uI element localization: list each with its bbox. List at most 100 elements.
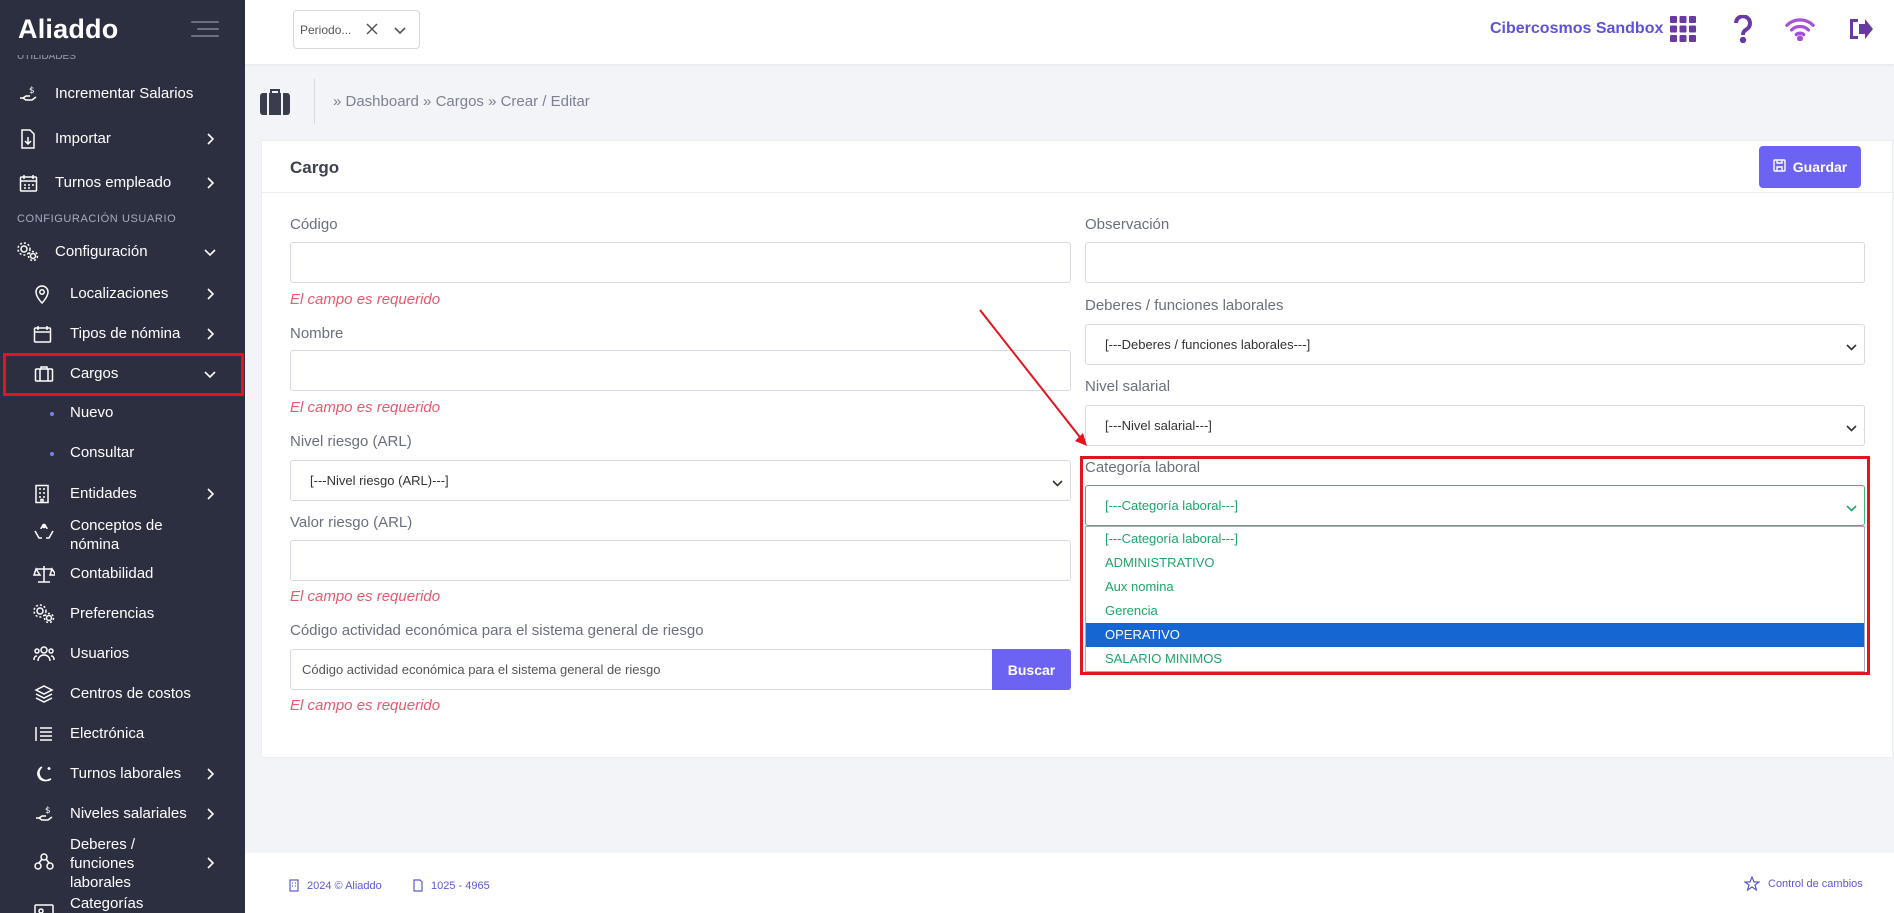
- chevron-right-icon: [203, 287, 217, 301]
- nivel-riesgo-label: Nivel riesgo (ARL): [290, 433, 412, 450]
- sidebar-item-label: Importar: [55, 130, 111, 147]
- chevron-right-icon: [203, 856, 217, 870]
- period-select[interactable]: Periodo...: [293, 10, 420, 49]
- sidebar-item-niveles-salariales[interactable]: $ Niveles salariales: [0, 802, 245, 826]
- chevron-down-icon: [1846, 339, 1857, 354]
- location-pin-icon: [31, 283, 53, 305]
- layers-icon: [33, 683, 55, 705]
- building-icon: [289, 879, 299, 892]
- chevron-down-icon: [203, 245, 217, 259]
- wifi-icon[interactable]: [1785, 14, 1815, 44]
- observacion-label: Observación: [1085, 216, 1170, 233]
- sidebar-item-label: Incrementar Salarios: [55, 85, 194, 102]
- sidebar-item-label-line3: laborales: [70, 874, 131, 891]
- file-import-icon: [17, 128, 39, 150]
- sidebar-item-electronica[interactable]: Electrónica: [0, 722, 245, 746]
- chevron-down-icon: [1052, 475, 1063, 490]
- chevron-right-icon: [203, 132, 217, 146]
- nivel-riesgo-value: [---Nivel riesgo (ARL)---]: [310, 473, 449, 488]
- chevron-right-icon: [203, 807, 217, 821]
- nombre-label: Nombre: [290, 325, 344, 342]
- chevron-down-icon[interactable]: [394, 24, 406, 38]
- footer-changes-link[interactable]: Control de cambios: [1744, 876, 1863, 891]
- file-icon: [413, 879, 423, 892]
- changes-text: Control de cambios: [1768, 877, 1863, 890]
- sidebar: Aliaddo UTILIDADES $ Incrementar Salario…: [0, 0, 245, 913]
- sidebar-item-label: Deberes /: [70, 836, 136, 853]
- sidebar-item-label-line2: funciones: [70, 855, 135, 872]
- nombre-input[interactable]: [290, 350, 1071, 391]
- sidebar-item-label: Usuarios: [70, 645, 130, 662]
- valor-riesgo-input[interactable]: [290, 540, 1071, 581]
- chevron-down-icon: [1846, 420, 1857, 435]
- sidebar-item-tipos-nomina[interactable]: Tipos de nómina: [0, 322, 245, 346]
- deberes-select[interactable]: [---Deberes / funciones laborales---]: [1085, 324, 1865, 365]
- sidebar-item-label: Nuevo: [70, 404, 114, 421]
- section-title-utilidades: UTILIDADES: [17, 55, 76, 62]
- period-placeholder: Periodo...: [300, 22, 352, 37]
- sidebar-item-turnos-empleado[interactable]: Turnos empleado: [0, 171, 245, 195]
- nivel-riesgo-select[interactable]: [---Nivel riesgo (ARL)---]: [290, 460, 1071, 501]
- clear-icon[interactable]: [366, 23, 378, 38]
- codigo-actividad-placeholder: Código actividad económica para el siste…: [302, 662, 661, 677]
- buscar-button[interactable]: Buscar: [992, 649, 1071, 690]
- valor-riesgo-label: Valor riesgo (ARL): [290, 514, 413, 531]
- gears-icon: [17, 241, 39, 263]
- svg-text:$: $: [45, 806, 51, 816]
- bullet-dot: [50, 452, 54, 456]
- highlight-box-categoria: [1080, 456, 1870, 675]
- sidebar-item-categorias[interactable]: Categorías: [0, 894, 245, 913]
- codigo-actividad-label: Código actividad económica para el siste…: [290, 622, 704, 639]
- codigo-error: El campo es requerido: [290, 291, 441, 308]
- sidebar-item-configuracion[interactable]: Configuración: [0, 240, 245, 264]
- sidebar-item-deberes-funciones[interactable]: Deberes / funciones laborales: [0, 834, 245, 894]
- app-logo: Aliaddo: [18, 13, 119, 44]
- codigo-input[interactable]: [290, 242, 1071, 283]
- sidebar-item-turnos-laborales[interactable]: Turnos laborales: [0, 762, 245, 786]
- sidebar-item-incrementar-salarios[interactable]: $ Incrementar Salarios: [0, 82, 245, 106]
- sidebar-item-label: Categorías: [70, 895, 144, 912]
- sidebar-item-label: Configuración: [55, 243, 148, 260]
- card-header: Cargo Guardar: [262, 141, 1892, 193]
- sidebar-item-entidades[interactable]: Entidades: [0, 482, 245, 506]
- footer-version: 1025 - 4965: [413, 879, 490, 892]
- help-icon[interactable]: [1728, 14, 1758, 44]
- sidebar-item-centros-costos[interactable]: Centros de costos: [0, 682, 245, 706]
- sidebar-item-conceptos-nomina[interactable]: Conceptos de nómina: [0, 515, 245, 555]
- sidebar-item-importar[interactable]: Importar: [0, 127, 245, 151]
- sidebar-item-usuarios[interactable]: Usuarios: [0, 642, 245, 666]
- nivel-salarial-select[interactable]: [---Nivel salarial---]: [1085, 405, 1865, 446]
- logout-icon[interactable]: [1845, 14, 1875, 44]
- sidebar-subitem-nuevo[interactable]: Nuevo: [0, 403, 245, 423]
- sidebar-item-label: Tipos de nómina: [70, 325, 181, 342]
- codigo-actividad-input[interactable]: Código actividad económica para el siste…: [290, 649, 993, 690]
- menu-toggle-icon[interactable]: [191, 21, 219, 37]
- hand-money-icon: $: [17, 83, 39, 105]
- version-text: 1025 - 4965: [431, 879, 490, 892]
- sidebar-item-preferencias[interactable]: Preferencias: [0, 602, 245, 626]
- sidebar-item-localizaciones[interactable]: Localizaciones: [0, 282, 245, 306]
- chevron-right-icon: [203, 176, 217, 190]
- valor-riesgo-error: El campo es requerido: [290, 588, 441, 605]
- moon-icon: [33, 763, 55, 785]
- nivel-salarial-value: [---Nivel salarial---]: [1105, 418, 1212, 433]
- sidebar-item-label: Conceptos de: [70, 517, 163, 534]
- sidebar-item-contabilidad[interactable]: Contabilidad: [0, 562, 245, 586]
- sidebar-item-label: Consultar: [70, 444, 135, 461]
- gears-icon: [33, 603, 55, 625]
- footer-copyright: 2024 © Aliaddo: [289, 879, 382, 892]
- observacion-input[interactable]: [1085, 242, 1865, 283]
- footer: 2024 © Aliaddo 1025 - 4965 Control de ca…: [245, 853, 1894, 913]
- sidebar-item-label: Contabilidad: [70, 565, 154, 582]
- sidebar-item-label: Localizaciones: [70, 285, 169, 302]
- chevron-right-icon: [203, 327, 217, 341]
- sidebar-item-label: Entidades: [70, 485, 137, 502]
- apps-grid-icon[interactable]: [1668, 14, 1698, 44]
- company-name[interactable]: Cibercosmos Sandbox: [1490, 20, 1663, 38]
- save-button[interactable]: Guardar: [1759, 146, 1861, 188]
- star-icon: [1744, 876, 1760, 891]
- sidebar-subitem-consultar[interactable]: Consultar: [0, 443, 245, 463]
- list-icon: [33, 723, 55, 745]
- save-icon: [1773, 159, 1786, 175]
- bullet-dot: [50, 412, 54, 416]
